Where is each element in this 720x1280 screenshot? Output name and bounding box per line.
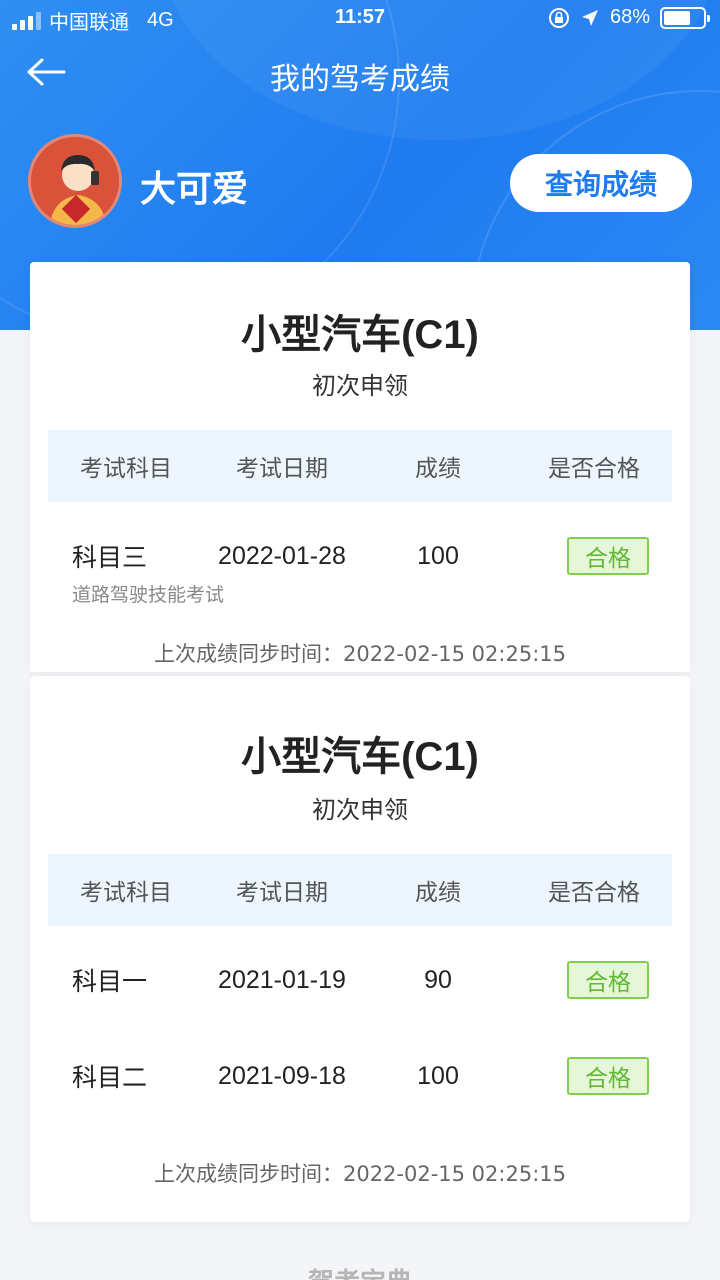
header-score: 成绩 xyxy=(415,456,461,482)
pass-badge: 合格 xyxy=(567,537,649,575)
pass-badge: 合格 xyxy=(567,961,649,999)
table-header: 考试科目 考试日期 成绩 是否合格 xyxy=(48,430,672,502)
table-row: 科目三 2022-01-28 100 合格 xyxy=(48,526,672,586)
row-score: 100 xyxy=(417,1061,459,1090)
row-date: 2021-01-19 xyxy=(218,965,346,994)
score-card: 小型汽车(C1) 初次申领 考试科目 考试日期 成绩 是否合格 科目一 2021… xyxy=(30,676,690,1222)
footer-brand-text: 驾考宝典 xyxy=(0,1262,720,1280)
header-pass: 是否合格 xyxy=(548,456,640,482)
header-date: 考试日期 xyxy=(236,456,328,482)
score-card: 小型汽车(C1) 初次申领 考试科目 考试日期 成绩 是否合格 科目三 2022… xyxy=(30,262,690,672)
table-row: 科目一 2021-01-19 90 合格 xyxy=(48,950,672,1010)
header-date: 考试日期 xyxy=(236,880,328,906)
header-subject: 考试科目 xyxy=(80,880,172,906)
sync-time: 上次成绩同步时间：2022-02-15 02:25:15 xyxy=(153,1162,567,1186)
header-pass: 是否合格 xyxy=(548,880,640,906)
row-subject: 科目三 xyxy=(72,543,148,572)
table-row: 科目二 2021-09-18 100 合格 xyxy=(48,1046,672,1106)
header-subject: 考试科目 xyxy=(80,456,172,482)
orientation-lock-icon xyxy=(548,7,569,28)
pass-badge: 合格 xyxy=(567,1057,649,1095)
page-title: 我的驾考成绩 xyxy=(270,62,450,97)
battery-icon xyxy=(660,6,710,29)
avatar xyxy=(28,134,122,228)
row-subject: 科目一 xyxy=(72,967,148,996)
row-date: 2022-01-28 xyxy=(218,541,346,570)
row-score: 100 xyxy=(417,541,459,570)
row-description: 道路驾驶技能考试 xyxy=(72,584,225,606)
sync-time: 上次成绩同步时间：2022-02-15 02:25:15 xyxy=(153,642,567,666)
query-score-button[interactable]: 查询成绩 xyxy=(510,154,692,212)
row-date: 2021-09-18 xyxy=(218,1061,346,1090)
row-subject: 科目二 xyxy=(72,1063,148,1092)
table-header: 考试科目 考试日期 成绩 是否合格 xyxy=(48,854,672,926)
location-icon xyxy=(581,9,598,26)
header-score: 成绩 xyxy=(415,880,461,906)
license-type-title: 小型汽车(C1) xyxy=(241,313,479,357)
apply-type-label: 初次申领 xyxy=(312,372,408,400)
battery-percent: 68% xyxy=(609,6,650,28)
status-bar: 中国联通 4G 11:57 68% xyxy=(0,0,720,36)
license-type-title: 小型汽车(C1) xyxy=(241,735,479,779)
user-name: 大可爱 xyxy=(140,169,249,210)
row-score: 90 xyxy=(424,965,452,994)
apply-type-label: 初次申领 xyxy=(312,796,408,824)
